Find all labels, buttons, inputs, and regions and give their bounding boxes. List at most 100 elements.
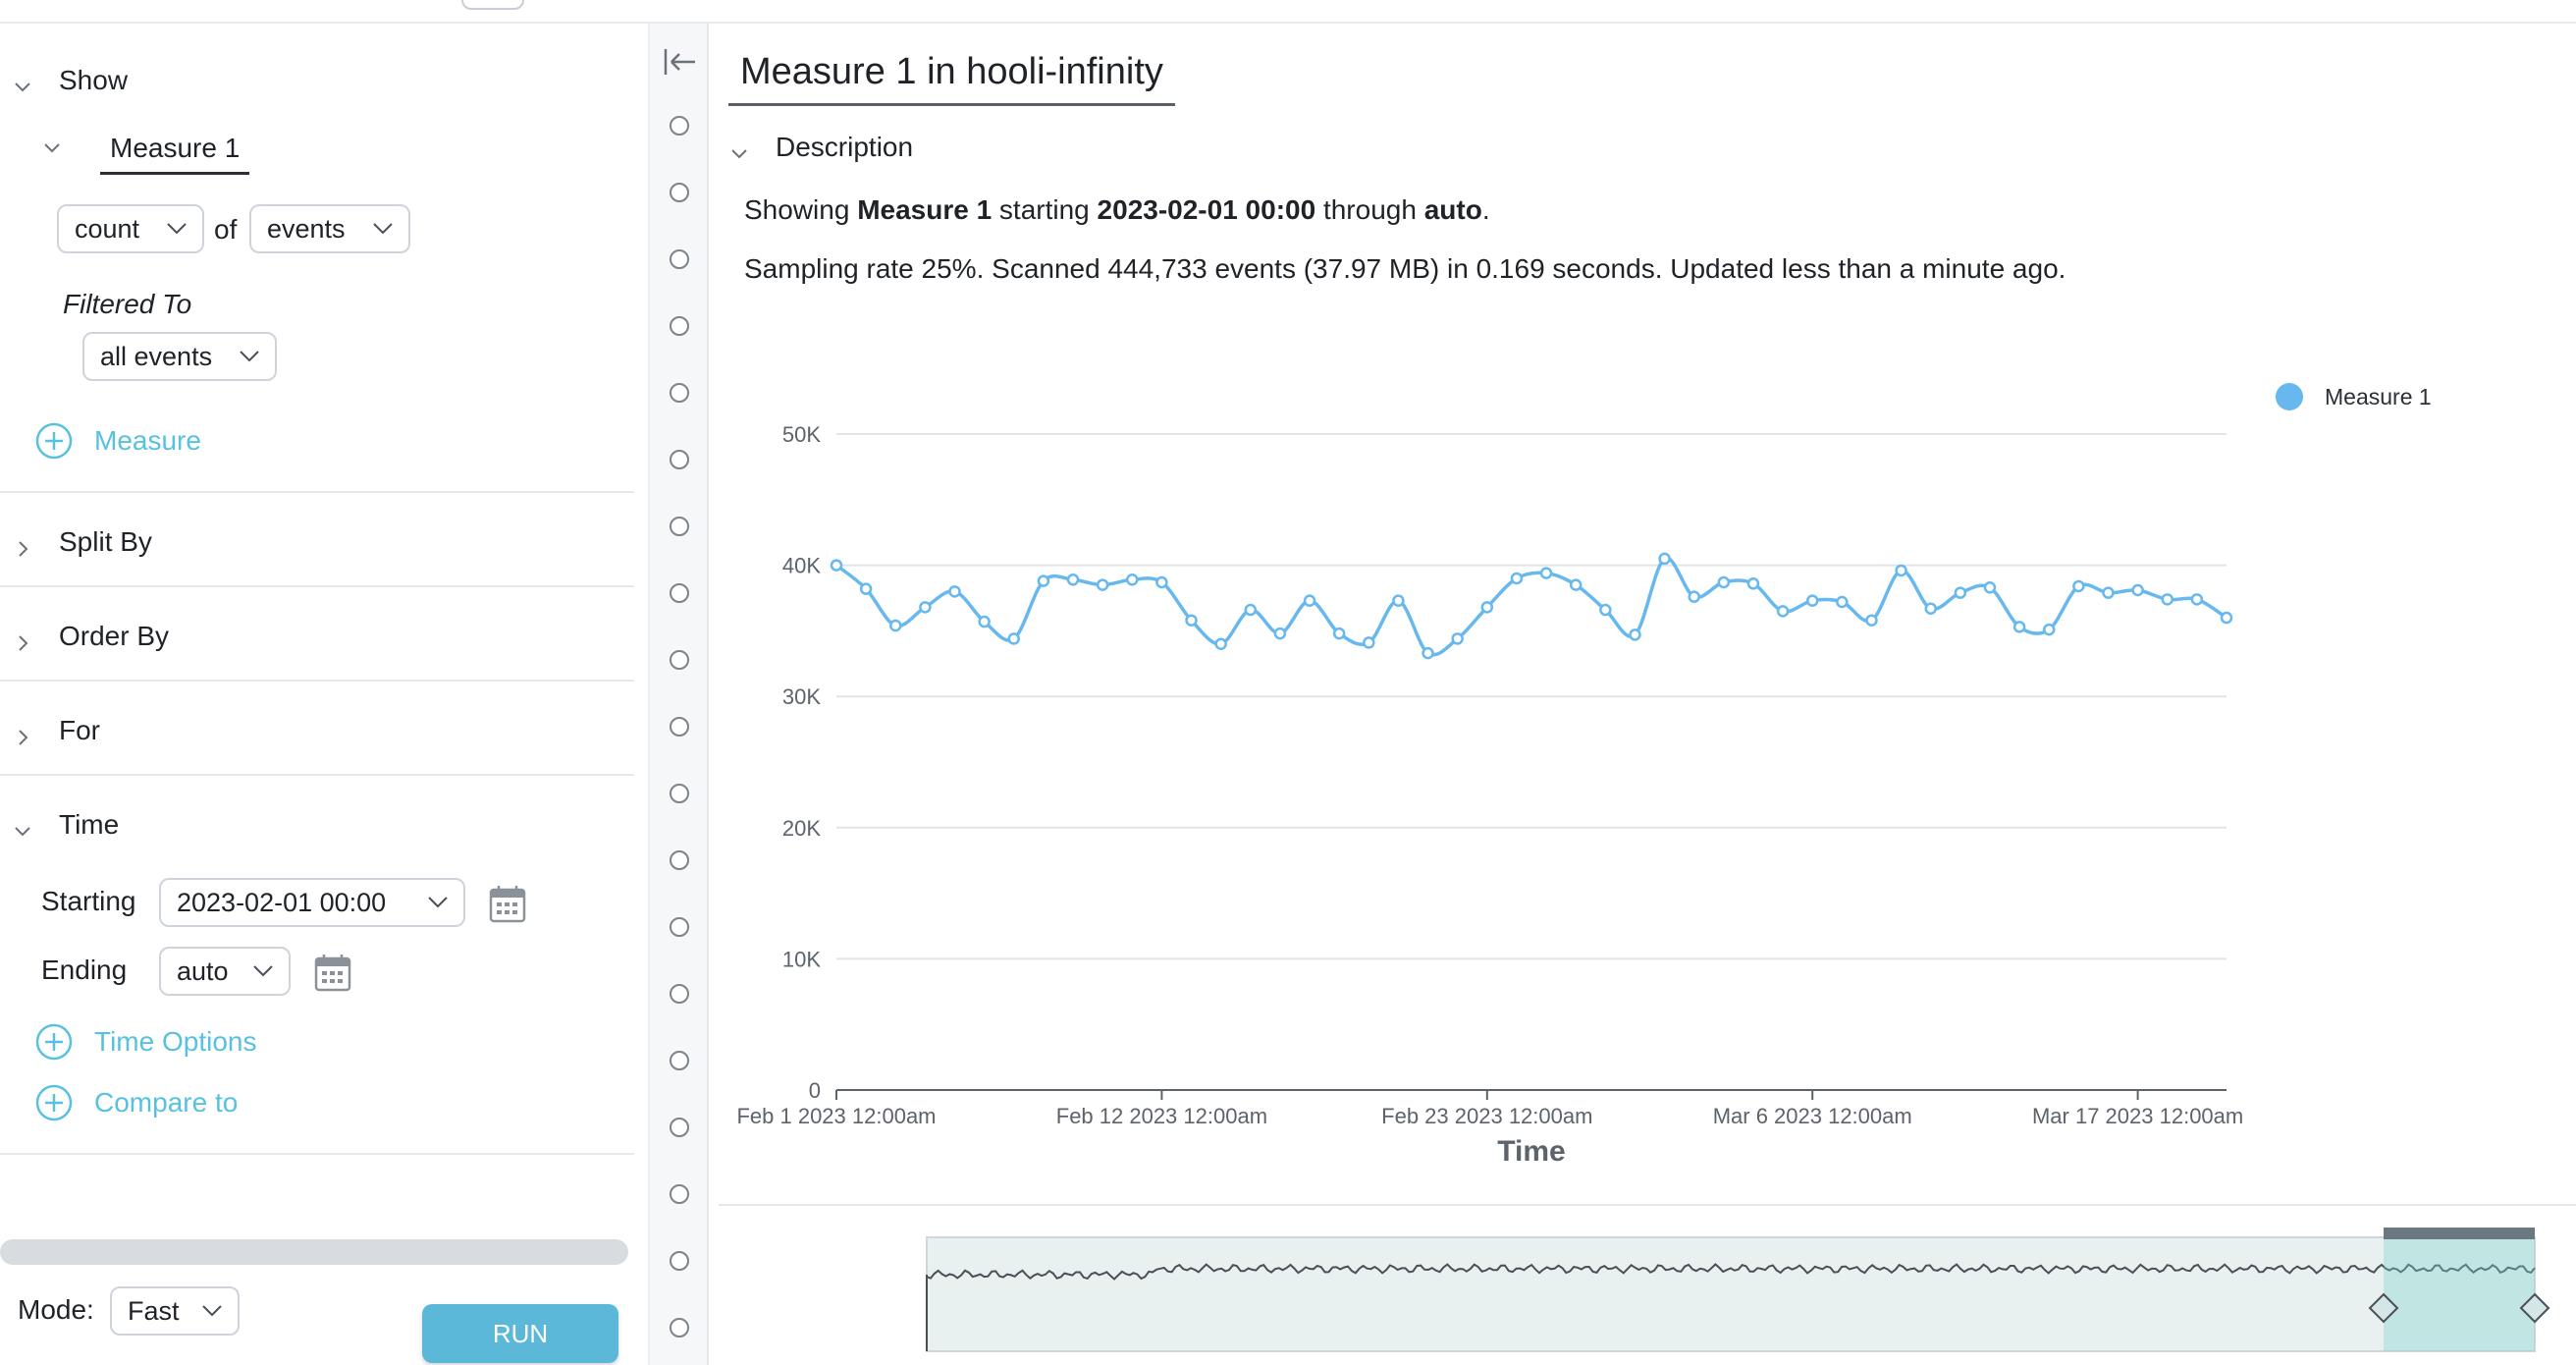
rail-step-dot[interactable] — [670, 517, 689, 536]
section-show[interactable]: Show — [14, 65, 128, 96]
data-point[interactable] — [1865, 614, 1878, 627]
data-point[interactable] — [1480, 601, 1494, 614]
data-point[interactable] — [1096, 578, 1109, 591]
data-point[interactable] — [1776, 605, 1790, 618]
rail-step-dot[interactable] — [670, 450, 689, 469]
starting-select[interactable]: 2023-02-01 00:00 — [159, 878, 465, 927]
run-button[interactable]: RUN — [422, 1304, 618, 1363]
data-point[interactable] — [2131, 583, 2144, 597]
data-point[interactable] — [1688, 590, 1700, 603]
time-options-button[interactable]: Time Options — [35, 1023, 256, 1061]
calendar-icon[interactable] — [489, 884, 526, 923]
data-point[interactable] — [1746, 577, 1760, 590]
data-point[interactable] — [1363, 636, 1375, 649]
data-point[interactable] — [1392, 594, 1405, 607]
rail-step-dot[interactable] — [670, 1318, 689, 1338]
navigator-selection[interactable] — [2384, 1237, 2535, 1351]
rail-step-dot[interactable] — [670, 850, 689, 870]
section-for-label: For — [59, 715, 100, 745]
time-series-chart[interactable]: 0 10K 20K 30K 40K 50K Feb 1 2023 12:00am Feb 12… — [709, 24, 2576, 1365]
aggregation-value: count — [75, 213, 140, 244]
data-point[interactable] — [2072, 579, 2085, 593]
data-point[interactable] — [1805, 594, 1819, 607]
data-point[interactable] — [1599, 603, 1612, 617]
rail-step-dot[interactable] — [670, 1118, 689, 1137]
rail-step-dot[interactable] — [670, 383, 689, 403]
collapse-panel-icon[interactable] — [660, 45, 699, 79]
data-point[interactable] — [1983, 581, 1997, 594]
data-point[interactable] — [1332, 627, 1346, 640]
aggregation-select[interactable]: count — [57, 204, 204, 253]
data-point[interactable] — [1836, 595, 1849, 609]
rail-step-dot[interactable] — [670, 917, 689, 937]
mode-label: Mode: — [18, 1294, 94, 1325]
chevron-right-icon — [14, 533, 31, 557]
filter-select[interactable]: all events — [82, 332, 277, 381]
rail-step-dot[interactable] — [670, 116, 689, 136]
data-point[interactable] — [2190, 593, 2204, 606]
data-point[interactable] — [919, 601, 932, 614]
chevron-down-icon[interactable] — [43, 139, 61, 157]
data-point[interactable] — [2161, 593, 2174, 606]
ending-select[interactable]: auto — [159, 947, 291, 996]
data-point[interactable] — [1273, 627, 1287, 640]
rail-step-dot[interactable] — [670, 249, 689, 269]
rail-step-dot[interactable] — [670, 650, 689, 670]
data-point[interactable] — [889, 619, 902, 632]
data-point[interactable] — [1244, 603, 1258, 617]
data-point[interactable] — [1007, 632, 1021, 645]
event-type-select[interactable]: events — [249, 204, 410, 253]
data-point[interactable] — [1303, 594, 1316, 607]
calendar-icon[interactable] — [314, 953, 351, 992]
compare-to-button[interactable]: Compare to — [35, 1084, 238, 1121]
top-tab-handle[interactable] — [461, 0, 524, 10]
results-panel: Measure 1 in hooli-infinity Description … — [709, 24, 2576, 1365]
data-point[interactable] — [2042, 623, 2056, 636]
rail-step-dot[interactable] — [670, 1184, 689, 1204]
data-point[interactable] — [1214, 637, 1227, 651]
data-point[interactable] — [1924, 602, 1937, 615]
data-point[interactable] — [830, 559, 843, 572]
data-point[interactable] — [1126, 573, 1139, 586]
data-point[interactable] — [1539, 567, 1553, 579]
rail-step-dot[interactable] — [670, 1251, 689, 1271]
data-point[interactable] — [1066, 573, 1080, 586]
chevron-down-icon — [202, 1305, 222, 1317]
data-point[interactable] — [2220, 611, 2233, 625]
mode-select[interactable]: Fast — [110, 1286, 240, 1336]
add-measure-button[interactable]: Measure — [35, 422, 201, 460]
rail-step-dot[interactable] — [670, 583, 689, 603]
data-point[interactable] — [1037, 574, 1050, 587]
data-point[interactable] — [2102, 586, 2115, 599]
horizontal-scrollbar[interactable] — [0, 1239, 628, 1265]
data-point[interactable] — [1658, 552, 1671, 566]
data-point[interactable] — [1451, 632, 1464, 645]
navigator-background[interactable] — [926, 1236, 2536, 1352]
data-point[interactable] — [1569, 578, 1583, 591]
data-point[interactable] — [948, 585, 961, 598]
data-point[interactable] — [1895, 564, 1907, 577]
section-time[interactable]: Time — [14, 809, 119, 841]
divider — [0, 774, 634, 776]
section-split-by[interactable]: Split By — [14, 526, 152, 558]
section-order-by[interactable]: Order By — [14, 621, 169, 652]
rail-step-dot[interactable] — [670, 984, 689, 1004]
data-point[interactable] — [1717, 575, 1731, 589]
rail-step-dot[interactable] — [670, 1051, 689, 1070]
data-point[interactable] — [1954, 586, 1967, 599]
section-for[interactable]: For — [14, 715, 100, 746]
data-point[interactable] — [1629, 628, 1641, 641]
measure-1-tab[interactable]: Measure 1 — [100, 126, 250, 175]
rail-step-dot[interactable] — [670, 316, 689, 336]
data-point[interactable] — [1510, 572, 1524, 585]
data-point[interactable] — [2012, 621, 2026, 633]
navigator-scrollbar[interactable] — [2384, 1228, 2535, 1239]
rail-step-dot[interactable] — [670, 183, 689, 202]
rail-step-dot[interactable] — [670, 717, 689, 737]
data-point[interactable] — [1185, 614, 1198, 627]
data-point[interactable] — [1422, 646, 1434, 660]
rail-step-dot[interactable] — [670, 784, 689, 803]
data-point[interactable] — [978, 615, 991, 628]
data-point[interactable] — [1155, 575, 1168, 589]
data-point[interactable] — [859, 582, 873, 595]
